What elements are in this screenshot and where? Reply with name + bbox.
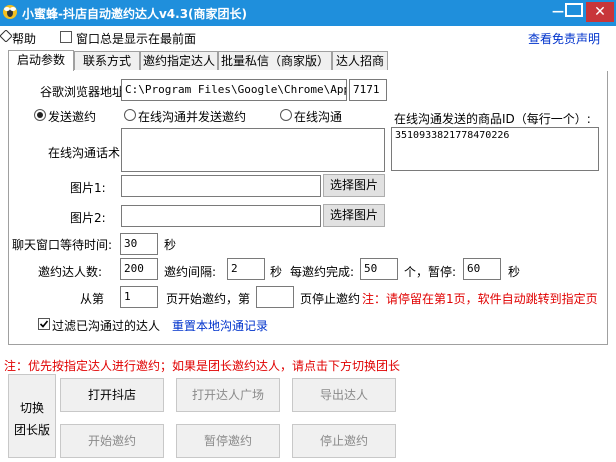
disclaimer-link[interactable]: 查看免责声明 xyxy=(528,30,600,47)
stop-page-input[interactable] xyxy=(256,286,294,308)
tab-startup-params[interactable]: 启动参数 xyxy=(8,50,74,71)
invite-interval-input[interactable]: 2 xyxy=(227,258,265,280)
port-input[interactable]: 7171 xyxy=(349,79,387,101)
tab-bulk-message[interactable]: 批量私信（商家版） xyxy=(218,51,332,70)
chat-script-textarea[interactable] xyxy=(121,128,385,172)
radio-chat-and-invite-label[interactable]: 在线沟通并发送邀约 xyxy=(138,108,246,125)
image1-input[interactable] xyxy=(121,175,321,197)
help-diamond-icon xyxy=(0,30,12,42)
switch-leader-button[interactable]: 切换 团长版 xyxy=(8,374,56,458)
invite-count-label: 邀约达人数: xyxy=(38,265,103,279)
pause-unit: 秒 xyxy=(508,265,521,279)
page-note: 注：请停留在第1页，软件自动跳转到指定页 xyxy=(362,292,598,306)
radio-chat-and-invite[interactable] xyxy=(124,109,136,121)
per-complete-input[interactable]: 50 xyxy=(360,258,398,280)
switch-line2: 团长版 xyxy=(13,423,50,437)
pause-input[interactable]: 60 xyxy=(463,258,501,280)
menu-bar: 帮助 窗口总是显示在最前面 查看免责声明 xyxy=(0,26,616,48)
tab-invite-specified[interactable]: 邀约指定达人 xyxy=(140,51,218,70)
filter-checkbox[interactable] xyxy=(38,318,50,330)
tab-bar: 启动参数 联系方式 邀约指定达人 批量私信（商家版） 达人招商 xyxy=(8,50,608,72)
radio-chat-label[interactable]: 在线沟通 xyxy=(294,108,342,125)
app-logo-icon xyxy=(3,5,17,19)
footer-note: 注：优先按指定达人进行邀约；如果是团长邀约达人，请点击下方切换团长 xyxy=(4,359,401,373)
invite-interval-label: 邀约间隔: xyxy=(164,265,217,279)
image1-label: 图片1: xyxy=(70,181,106,195)
chat-script-label: 在线沟通话术: xyxy=(48,146,125,160)
open-store-button[interactable]: 打开抖店 xyxy=(60,378,164,412)
radio-send-invite-label[interactable]: 发送邀约 xyxy=(48,108,96,125)
reset-records-link[interactable]: 重置本地沟通记录 xyxy=(172,317,268,334)
per-complete-label: 每邀约完成: xyxy=(290,265,355,279)
close-button[interactable]: ✕ xyxy=(586,2,614,22)
filter-label[interactable]: 过滤已沟通过的达人 xyxy=(52,317,160,334)
browser-path-input[interactable]: C:\Program Files\Google\Chrome\Applica xyxy=(121,79,347,101)
always-on-top-label[interactable]: 窗口总是显示在最前面 xyxy=(76,30,196,47)
help-menu[interactable]: 帮助 xyxy=(12,30,36,47)
start-invite-button[interactable]: 开始邀约 xyxy=(60,424,164,458)
start-page-label: 页开始邀约，第 xyxy=(166,292,251,306)
tab-influencer-recruit[interactable]: 达人招商 xyxy=(332,51,388,70)
checkmark-icon xyxy=(39,320,49,328)
window-title: 小蜜蜂-抖店自动邀约达人v4.3(商家团长) xyxy=(22,7,248,21)
chat-wait-label: 聊天窗口等待时间: xyxy=(12,238,113,252)
start-page-input[interactable]: 1 xyxy=(120,286,158,308)
invite-interval-unit: 秒 xyxy=(270,265,283,279)
title-bar: 小蜜蜂-抖店自动邀约达人v4.3(商家团长) — ✕ xyxy=(0,0,616,26)
from-page-label: 从第 xyxy=(80,292,105,306)
maximize-button[interactable] xyxy=(565,3,583,17)
open-plaza-button[interactable]: 打开达人广场 xyxy=(176,378,280,412)
pause-invite-button[interactable]: 暂停邀约 xyxy=(176,424,280,458)
tab-contact[interactable]: 联系方式 xyxy=(74,51,140,70)
export-button[interactable]: 导出达人 xyxy=(292,378,396,412)
pause-label: 个，暂停: xyxy=(404,265,457,279)
radio-send-invite[interactable] xyxy=(34,109,46,121)
stop-invite-button[interactable]: 停止邀约 xyxy=(292,424,396,458)
stop-page-label: 页停止邀约 xyxy=(300,292,361,306)
image2-input[interactable] xyxy=(121,205,321,227)
chat-wait-input[interactable]: 30 xyxy=(120,233,158,255)
chat-wait-unit: 秒 xyxy=(164,238,177,252)
product-id-label: 在线沟通发送的商品ID（每行一个）: xyxy=(394,112,591,126)
choose-image1-button[interactable]: 选择图片 xyxy=(323,174,385,197)
switch-line1: 切换 xyxy=(19,401,44,415)
image2-label: 图片2: xyxy=(70,211,106,225)
invite-count-input[interactable]: 200 xyxy=(120,258,158,280)
choose-image2-button[interactable]: 选择图片 xyxy=(323,204,385,227)
always-on-top-checkbox[interactable] xyxy=(60,31,72,43)
product-id-textarea[interactable]: 3510933821778470226 xyxy=(391,127,599,171)
radio-chat[interactable] xyxy=(280,109,292,121)
browser-path-label: 谷歌浏览器地址: xyxy=(40,85,129,99)
